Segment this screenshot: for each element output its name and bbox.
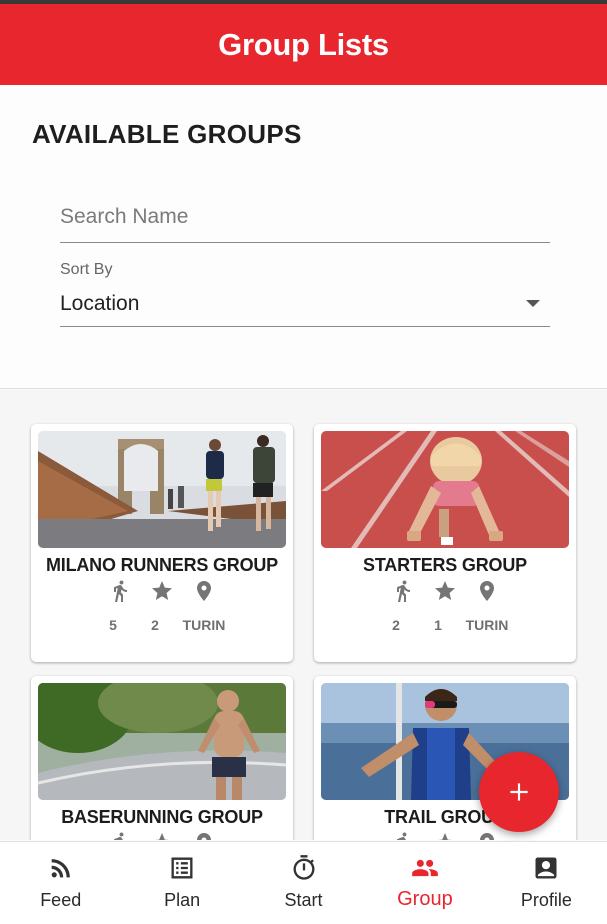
group-name: STARTERS GROUP: [363, 555, 527, 575]
filter-panel: AVAILABLE GROUPS Sort By Location: [0, 85, 607, 389]
group-name: BASERUNNING GROUP: [61, 807, 263, 827]
location-pin-icon: [192, 831, 216, 840]
rss-feed-icon: [51, 859, 70, 878]
nav-item-start[interactable]: Start: [243, 842, 364, 924]
search-field[interactable]: [60, 193, 550, 243]
nav-label: Start: [284, 890, 323, 910]
sort-by-value: Location: [60, 291, 140, 315]
dropdown-arrow-icon[interactable]: [526, 300, 540, 307]
group-photo: [321, 431, 569, 548]
nav-item-group[interactable]: Group: [364, 842, 485, 924]
group-photo: [38, 683, 286, 800]
list-icon: [171, 857, 193, 879]
sort-by-label: Sort By: [60, 261, 113, 278]
star-icon: [150, 579, 174, 603]
group-stat-icons: [31, 579, 293, 603]
stopwatch-icon: [293, 855, 315, 880]
rating-value: 1: [434, 617, 442, 633]
location-pin-icon: [192, 579, 216, 603]
group-card[interactable]: BASERUNNING GROUP: [31, 676, 293, 840]
nav-item-plan[interactable]: Plan: [121, 842, 242, 924]
group-stat-icons: [314, 579, 576, 603]
star-icon: [433, 831, 457, 840]
location-pin-icon: [475, 831, 499, 840]
nav-label: Group: [397, 888, 453, 910]
sort-by-select[interactable]: Location: [60, 281, 550, 327]
location-pin-icon: [475, 579, 499, 603]
nav-label: Profile: [520, 890, 572, 910]
group-stats: 2 1 TURIN: [314, 617, 576, 633]
group-stat-icons: [314, 831, 576, 840]
profile-icon: [535, 857, 557, 879]
location-value: TURIN: [182, 617, 226, 633]
group-stats: 5 2 TURIN: [31, 617, 293, 633]
runner-icon: [108, 831, 132, 840]
group-photo: [38, 431, 286, 548]
nav-item-feed[interactable]: Feed: [0, 842, 121, 924]
star-icon: [150, 831, 174, 840]
page-title: Group Lists: [218, 26, 389, 62]
runner-icon: [391, 831, 415, 840]
member-count: 2: [392, 617, 400, 633]
member-count: 5: [109, 617, 117, 633]
nav-label: Plan: [164, 890, 201, 910]
group-stat-icons: [31, 831, 293, 840]
group-card[interactable]: STARTERS GROUP 2 1 TURIN: [314, 424, 576, 662]
group-name: MILANO RUNNERS GROUP: [45, 555, 278, 575]
runner-icon: [108, 579, 132, 603]
nav-item-profile[interactable]: Profile: [486, 842, 607, 924]
location-value: TURIN: [465, 617, 509, 633]
runner-icon: [391, 579, 415, 603]
add-group-button[interactable]: [479, 752, 559, 832]
rating-value: 2: [151, 617, 159, 633]
plus-icon: [510, 783, 528, 801]
app-bar: Group Lists: [0, 4, 607, 85]
group-card[interactable]: MILANO RUNNERS GROUP 5 2 TURIN: [31, 424, 293, 662]
nav-label: Feed: [40, 890, 82, 910]
section-title: AVAILABLE GROUPS: [32, 119, 302, 149]
group-icon: [412, 859, 438, 877]
star-icon: [433, 579, 457, 603]
bottom-navigation: Feed Plan Start Group Profile: [0, 841, 607, 924]
search-input[interactable]: [60, 193, 550, 229]
